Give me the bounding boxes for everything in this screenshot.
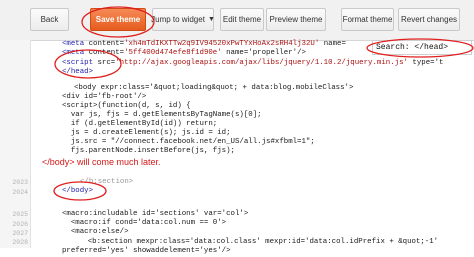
line-number-gutter: 2023 2024 2025 2026 2027 2028 [0,40,31,248]
code-editor[interactable]: 2023 2024 2025 2026 2027 2028 <meta cont… [0,40,474,255]
back-button[interactable]: Back [30,8,69,31]
format-theme-button[interactable]: Format theme [341,8,394,31]
annotation-note: </body> will come much later. [42,157,161,167]
code-line: <meta content='5ff400d474efe8f1d90e' nam… [62,49,306,57]
preview-theme-button[interactable]: Preview theme [266,8,326,31]
body-close-tag: </body> [62,187,94,195]
search-input[interactable]: Search: </head> [372,40,472,55]
search-label: Search: [376,43,410,52]
code-line: <macro:else/> [62,228,129,236]
edit-theme-button[interactable]: Edit theme [220,8,264,31]
save-theme-button[interactable]: Save theme [90,8,146,31]
revert-changes-button[interactable]: Revert changes [398,8,460,31]
line-number: 2025 [12,211,28,218]
chevron-down-icon: ▼ [207,16,215,23]
line-number: 2024 [12,189,28,196]
search-value: </head> [414,43,449,52]
code-line: preferred='yes' showaddelement='yes'/> [62,247,231,255]
save-theme-label: Save theme [95,15,141,24]
code-line: <script src='http://ajax.googleapis.com/… [62,59,444,67]
jump-to-widget-dropdown[interactable]: Jump to widget ▼ [151,8,215,31]
edit-theme-label: Edit theme [222,15,262,24]
head-close-tag: </head> [62,68,94,76]
code-line: fjs.parentNode.insertBefore(js, fjs); [62,147,235,155]
preview-theme-label: Preview theme [269,15,323,24]
format-theme-label: Format theme [342,15,393,24]
back-label: Back [40,15,59,24]
toolbar: Back Save theme Jump to widget ▼ Edit the… [0,0,474,41]
line-number: 2028 [12,239,28,246]
jump-to-widget-label: Jump to widget [151,15,205,24]
line-number: 2023 [12,179,28,186]
revert-changes-label: Revert changes [400,15,458,24]
